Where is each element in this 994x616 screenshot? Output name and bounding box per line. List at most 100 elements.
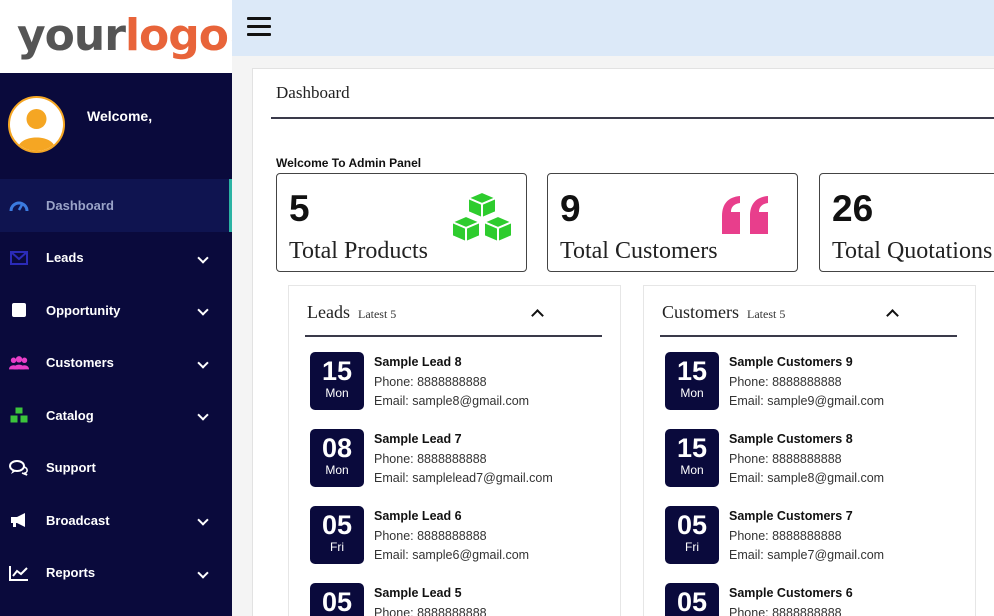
sidebar-item-label: Reports <box>46 565 96 581</box>
list-item[interactable]: 05 Fri Sample Lead 6 Phone: 8888888888 Em… <box>310 506 610 566</box>
entry-name: Sample Customers 7 <box>729 509 853 523</box>
stat-count: 26 <box>832 188 874 229</box>
entry-phone: Phone: 8888888888 <box>374 528 487 543</box>
avatar[interactable] <box>8 96 65 153</box>
list-item[interactable]: 05 Fri Sample Customers 7 Phone: 88888888… <box>665 506 965 566</box>
entry-details: Sample Lead 7 Phone: 8888888888 Email: s… <box>374 430 553 489</box>
stat-card-products[interactable]: 5 Total Products <box>276 173 527 272</box>
sidebar-item-support[interactable]: Support <box>0 442 232 495</box>
entry-details: Sample Lead 8 Phone: 8888888888 Email: s… <box>374 353 529 412</box>
cubes-icon <box>9 405 29 425</box>
panel-subtitle: Latest 5 <box>747 307 786 321</box>
stat-label: Total Customers <box>560 238 718 264</box>
chevron-down-icon[interactable] <box>197 566 209 579</box>
cubes-icon <box>449 190 515 249</box>
entry-details: Sample Customers 7 Phone: 8888888888 Ema… <box>729 507 884 566</box>
sidebar-item-label: Dashboard <box>46 197 114 213</box>
entry-phone: Phone: 8888888888 <box>374 605 487 616</box>
leads-panel: Leads Latest 5 15 Mon Sample Lead 8 Phone:… <box>288 285 621 616</box>
stat-count: 5 <box>289 188 310 229</box>
date-badge: 05 Fri <box>665 506 719 564</box>
stat-count: 9 <box>560 188 581 229</box>
panel-title: Customers Latest 5 <box>662 302 786 322</box>
list-item[interactable]: 15 Mon Sample Customers 9 Phone: 88888888… <box>665 352 965 412</box>
sidebar-item-customers[interactable]: Customers <box>0 337 232 390</box>
welcome-text: Welcome, <box>87 108 153 124</box>
logo-text-your: your <box>17 10 126 61</box>
hamburger-menu-icon[interactable] <box>247 17 271 37</box>
sidebar-item-opportunity[interactable]: Opportunity <box>0 284 232 337</box>
chevron-up-icon[interactable] <box>531 309 544 322</box>
logo-text-logo: logo <box>124 10 229 61</box>
entry-details: Sample Customers 8 Phone: 8888888888 Ema… <box>729 430 884 489</box>
panel-subtitle: Latest 5 <box>357 307 397 321</box>
entry-name: Sample Lead 7 <box>374 432 462 446</box>
chevron-down-icon[interactable] <box>197 251 209 264</box>
list-item[interactable]: 05 Sample Customers 6 Phone: 8888888888 <box>665 583 965 616</box>
entry-name: Sample Customers 6 <box>729 586 853 600</box>
date-badge: 15 Mon <box>310 352 364 410</box>
entry-name: Sample Lead 8 <box>374 355 462 369</box>
chevron-down-icon[interactable] <box>197 514 209 526</box>
date-badge: 05 Fri <box>310 506 364 564</box>
square-icon <box>9 300 29 320</box>
welcome-admin-text: Welcome To Admin Panel <box>276 156 422 170</box>
stat-card-customers[interactable]: 9 Total Customers <box>547 173 798 272</box>
entry-phone: Phone: 8888888888 <box>729 605 842 616</box>
sidebar-item-label: Leads <box>46 250 84 266</box>
quote-icon <box>720 194 772 243</box>
list-item[interactable]: 08 Mon Sample Lead 7 Phone: 8888888888 Em… <box>310 429 610 489</box>
sidebar-profile: Welcome, <box>0 73 232 179</box>
list-item[interactable]: 15 Mon Sample Lead 8 Phone: 8888888888 Em… <box>310 352 610 412</box>
line-chart-icon <box>9 563 29 583</box>
entry-name: Sample Lead 5 <box>374 586 462 600</box>
chevron-down-icon[interactable] <box>197 304 209 316</box>
entry-details: Sample Customers 9 Phone: 8888888888 Ema… <box>729 353 884 412</box>
sidebar: Welcome, Dashboard Leads Opportunity Cus… <box>0 73 232 616</box>
sidebar-item-catalog[interactable]: Catalog <box>0 389 232 442</box>
entry-email: Email: sample9@gmail.com <box>729 394 885 408</box>
panel-title: Leads Latest 5 <box>307 302 397 322</box>
list-item[interactable]: 15 Mon Sample Customers 8 Phone: 88888888… <box>665 429 965 489</box>
entry-details: Sample Lead 6 Phone: 8888888888 Email: s… <box>374 507 529 566</box>
entry-email: Email: sample8@gmail.com <box>374 394 530 408</box>
entry-phone: Phone: 8888888888 <box>729 451 842 466</box>
list-item[interactable]: 05 Sample Lead 5 Phone: 8888888888 <box>310 583 610 616</box>
sidebar-item-label: Support <box>46 460 96 476</box>
stat-card-quotations[interactable]: 26 Total Quotations <box>819 173 994 272</box>
users-icon <box>9 353 29 373</box>
date-badge: 15 Mon <box>665 352 719 410</box>
chevron-down-icon[interactable] <box>197 409 209 421</box>
sidebar-item-dashboard[interactable]: Dashboard <box>0 179 232 232</box>
entry-details: Sample Lead 5 Phone: 8888888888 <box>374 584 487 616</box>
entry-email: Email: sample7@gmail.com <box>729 548 885 562</box>
date-badge: 08 Mon <box>310 429 364 487</box>
chevron-up-icon[interactable] <box>886 309 899 322</box>
main-area: Dashboard Welcome To Admin Panel 5 Total… <box>232 56 994 616</box>
entry-name: Sample Lead 6 <box>374 509 462 523</box>
chat-bubbles-icon <box>9 458 29 478</box>
entry-email: Email: samplelead7@gmail.com <box>374 471 553 485</box>
entry-name: Sample Customers 8 <box>729 432 853 446</box>
entry-email: Email: sample6@gmail.com <box>374 548 530 562</box>
chevron-down-icon[interactable] <box>197 356 209 369</box>
entry-name: Sample Customers 9 <box>729 355 853 369</box>
entry-phone: Phone: 8888888888 <box>729 374 842 389</box>
sidebar-item-reports[interactable]: Reports <box>0 547 232 600</box>
envelope-icon <box>9 248 29 268</box>
logo-area: yourlogo® <box>0 0 244 73</box>
dashboard-gauge-icon <box>9 195 29 215</box>
stat-label: Total Products <box>289 238 428 264</box>
top-bar <box>232 0 994 56</box>
logo[interactable]: yourlogo® <box>17 8 244 64</box>
entry-phone: Phone: 8888888888 <box>374 451 487 466</box>
date-badge: 05 <box>665 583 719 616</box>
entry-phone: Phone: 8888888888 <box>374 374 487 389</box>
sidebar-item-label: Opportunity <box>46 302 121 318</box>
customers-panel: Customers Latest 5 15 Mon Sample Customers… <box>643 285 976 616</box>
divider <box>660 335 957 337</box>
date-badge: 05 <box>310 583 364 616</box>
sidebar-item-label: Broadcast <box>46 512 110 528</box>
sidebar-item-leads[interactable]: Leads <box>0 232 232 285</box>
sidebar-item-broadcast[interactable]: Broadcast <box>0 494 232 547</box>
